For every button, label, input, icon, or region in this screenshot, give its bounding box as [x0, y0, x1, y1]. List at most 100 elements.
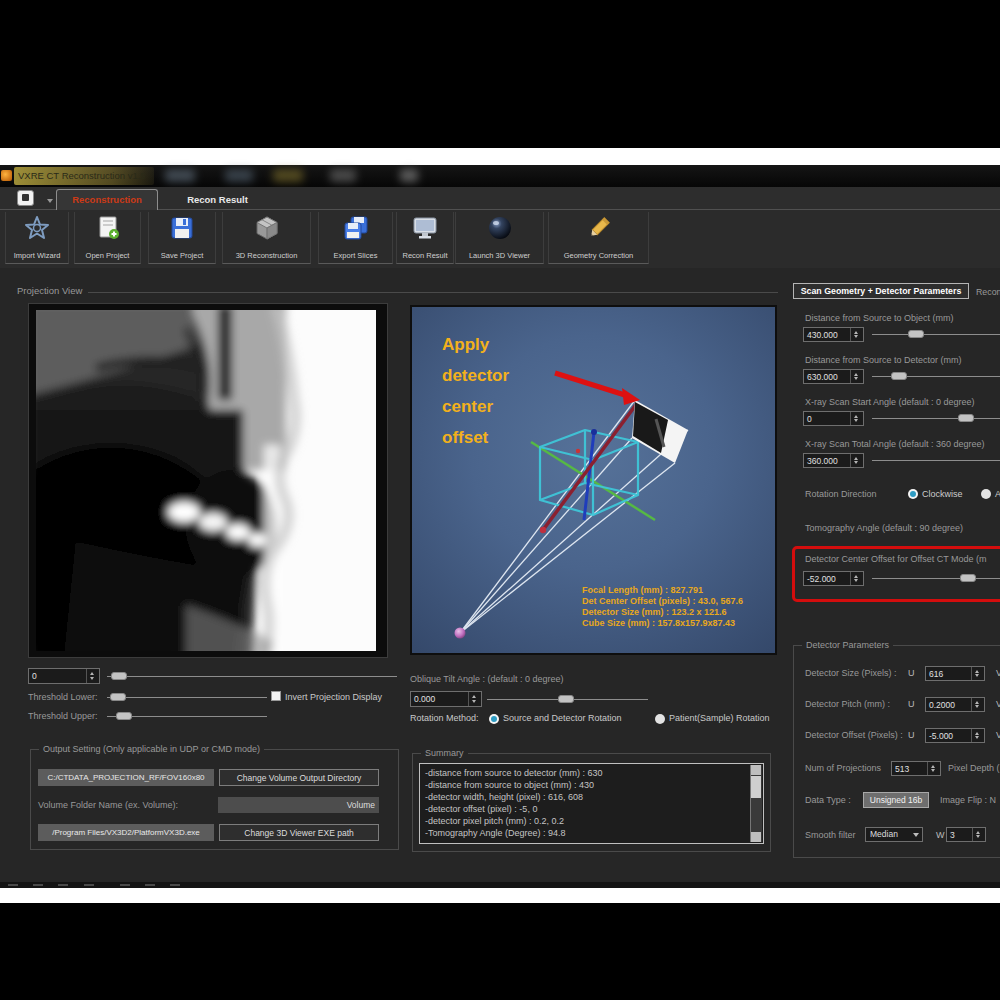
- spinner-arrows[interactable]: [971, 729, 984, 742]
- slider-track[interactable]: [872, 418, 1000, 419]
- detector-center-offset-slider[interactable]: [872, 571, 1000, 586]
- rotation-method-label: Rotation Method:: [410, 713, 479, 723]
- note-button[interactable]: [17, 190, 34, 206]
- scroll-up-arrow[interactable]: [751, 765, 761, 775]
- spinner-arrows[interactable]: [86, 669, 99, 683]
- change-3d-viewer-exe-button[interactable]: Change 3D Viewer EXE path: [219, 824, 379, 841]
- slider-track[interactable]: [872, 334, 1000, 335]
- slider-handle[interactable]: [110, 693, 126, 701]
- slider-handle[interactable]: [558, 695, 574, 703]
- launch-3d-viewer-button[interactable]: Launch 3D Viewer: [455, 212, 544, 264]
- note-icon: [22, 194, 29, 201]
- spinner-arrows[interactable]: [971, 698, 984, 711]
- chevron-down-icon: [913, 833, 919, 837]
- spinner-arrows[interactable]: [850, 572, 863, 585]
- v-label: V: [996, 730, 1000, 740]
- viewer-exe-path[interactable]: /Program Files/VX3D2/PlatformVX3D.exe: [38, 824, 214, 841]
- rotation-direction-clockwise-label: Clockwise: [922, 489, 963, 499]
- save-project-button[interactable]: Save Project: [148, 212, 216, 264]
- toolbar-label: 3D Reconstruction: [223, 251, 310, 260]
- slider-track[interactable]: [872, 460, 1000, 461]
- invert-projection-checkbox[interactable]: [271, 691, 281, 701]
- pixel-depth-label: Pixel Depth (: [948, 763, 1000, 773]
- w-spinner[interactable]: 3: [946, 827, 986, 842]
- slider-track[interactable]: [872, 578, 1000, 579]
- smooth-filter-value: Median: [870, 829, 898, 839]
- slider-handle[interactable]: [111, 672, 127, 680]
- spinner-arrows[interactable]: [850, 370, 863, 383]
- distance-source-detector-slider[interactable]: [872, 369, 1000, 384]
- export-slices-button[interactable]: Export Slices: [318, 212, 393, 264]
- summary-textarea[interactable]: -distance from source to detector (mm) :…: [419, 763, 764, 844]
- tab-reconstruction[interactable]: Reconstruction: [56, 189, 158, 210]
- slider-track[interactable]: [107, 697, 267, 698]
- detector-offset-u-spinner[interactable]: -5.000: [925, 728, 985, 743]
- toolbar-label: Launch 3D Viewer: [456, 251, 543, 260]
- scroll-thumb[interactable]: [751, 776, 761, 798]
- num-projections-spinner[interactable]: 513: [891, 761, 941, 776]
- projection-index-spinner[interactable]: 0: [28, 668, 100, 684]
- slider-track[interactable]: [107, 676, 397, 677]
- data-type-button[interactable]: Unsigned 16b: [863, 792, 929, 808]
- spinner-arrows[interactable]: [850, 328, 863, 341]
- oblique-tilt-spinner[interactable]: 0.000: [410, 691, 482, 707]
- tomography-angle-label: Tomography Angle (default : 90 degree): [805, 523, 963, 533]
- geometry-correction-button[interactable]: Geometry Correction: [548, 212, 649, 264]
- background-band-bottom: [0, 903, 1000, 1000]
- spinner-arrows[interactable]: [850, 412, 863, 425]
- distance-source-detector-spinner[interactable]: 630.000: [803, 369, 864, 384]
- output-directory-path[interactable]: C:/CTDATA_PROJECTION_RF/FOV160x80: [38, 769, 214, 786]
- distance-source-object-slider[interactable]: [872, 327, 1000, 342]
- rotation-method-radio-source[interactable]: [489, 714, 499, 724]
- slider-handle[interactable]: [960, 574, 976, 582]
- open-project-button[interactable]: Open Project: [74, 212, 141, 264]
- volume-folder-name-input[interactable]: Volume: [218, 797, 379, 813]
- projection-index-slider[interactable]: [107, 669, 397, 684]
- scan-start-angle-slider[interactable]: [872, 411, 1000, 426]
- import-wizard-button[interactable]: Import Wizard: [5, 212, 69, 264]
- value: 0: [804, 412, 850, 425]
- threshold-lower-slider[interactable]: [107, 690, 267, 705]
- scan-start-angle-spinner[interactable]: 0: [803, 411, 864, 426]
- spinner-arrows[interactable]: [850, 454, 863, 467]
- projection-image-frame: [28, 303, 388, 658]
- toolbar-label: Import Wizard: [6, 251, 68, 260]
- slider-handle[interactable]: [958, 414, 974, 422]
- spinner-arrows[interactable]: [927, 762, 940, 775]
- tab-recon[interactable]: Recon: [976, 287, 1000, 297]
- summary-text: -distance from source to detector (mm) :…: [425, 767, 749, 839]
- slider-handle[interactable]: [908, 330, 924, 338]
- summary-group: Summary -distance from source to detecto…: [412, 753, 771, 852]
- spinner-arrows[interactable]: [468, 692, 481, 706]
- slider-handle[interactable]: [891, 372, 907, 380]
- smooth-filter-dropdown[interactable]: Median: [865, 827, 923, 842]
- scroll-down-arrow[interactable]: [751, 832, 761, 842]
- scan-total-angle-spinner[interactable]: 360.000: [803, 453, 864, 468]
- chevron-down-icon[interactable]: [47, 199, 53, 203]
- recon-result-button[interactable]: Recon Result: [396, 212, 454, 264]
- detector-center-offset-spinner[interactable]: -52.000: [803, 571, 864, 586]
- threshold-upper-slider[interactable]: [107, 709, 267, 724]
- rotation-method-radio-patient[interactable]: [655, 714, 665, 724]
- tab-scan-geometry[interactable]: Scan Geometry + Detector Parameters: [793, 283, 969, 299]
- rotation-direction-anticlockwise-label: A: [995, 489, 1000, 499]
- oblique-tilt-slider[interactable]: [487, 692, 648, 707]
- app-window: VXRE CT Reconstruction v1.5 Reconstructi…: [0, 165, 1000, 888]
- detector-size-u-spinner[interactable]: 616: [925, 666, 985, 681]
- spinner-arrows[interactable]: [971, 667, 984, 680]
- detector-pitch-u-spinner[interactable]: 0.2000: [925, 697, 985, 712]
- summary-scrollbar[interactable]: [750, 765, 762, 842]
- tab-bar: Reconstruction Recon Result: [0, 187, 1000, 210]
- tab-recon-result[interactable]: Recon Result: [160, 189, 275, 210]
- distance-source-object-spinner[interactable]: 430.000: [803, 327, 864, 342]
- value: -5.000: [926, 729, 971, 742]
- field-label: Distance from Source to Object (mm): [805, 313, 954, 323]
- rotation-direction-clockwise-radio[interactable]: [908, 489, 918, 499]
- change-volume-output-directory-button[interactable]: Change Volume Output Directory: [219, 769, 379, 786]
- spinner-arrows[interactable]: [972, 828, 985, 841]
- slider-handle[interactable]: [116, 712, 132, 720]
- recon-3d-button[interactable]: 3D Reconstruction: [222, 212, 311, 264]
- rotation-direction-anticlockwise-radio[interactable]: [981, 489, 991, 499]
- scan-total-angle-slider[interactable]: [872, 453, 1000, 468]
- image-flip-label: Image Flip : N: [940, 795, 996, 805]
